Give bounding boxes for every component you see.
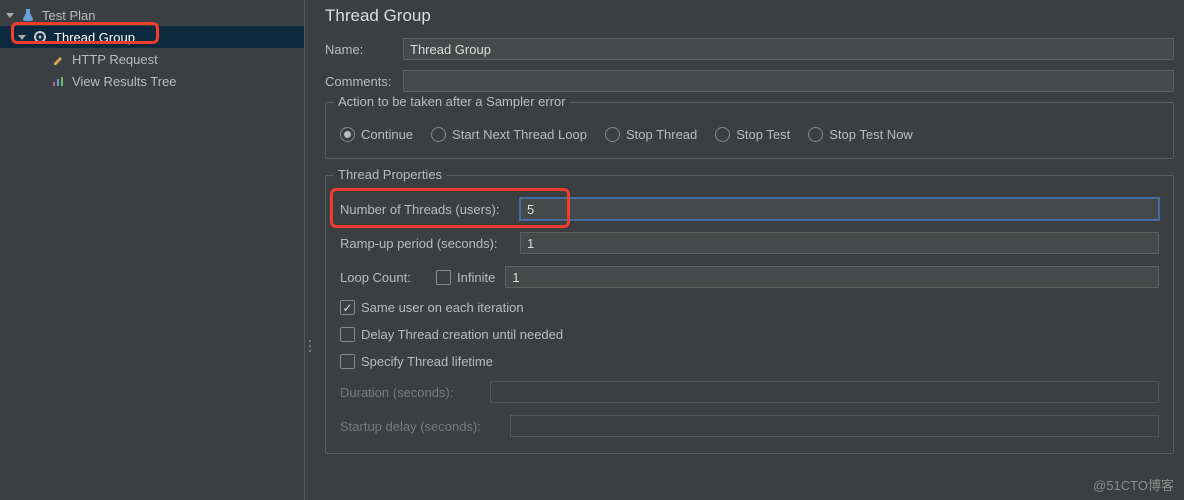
radio-icon bbox=[340, 127, 355, 142]
page-title: Thread Group bbox=[325, 6, 1174, 26]
specify-lifetime-checkbox[interactable]: Specify Thread lifetime bbox=[340, 354, 493, 369]
tree-label: View Results Tree bbox=[72, 74, 177, 89]
flask-icon bbox=[20, 7, 36, 23]
loop-infinite-checkbox[interactable]: Infinite bbox=[436, 270, 495, 285]
tree-item-thread-group[interactable]: Thread Group bbox=[0, 26, 304, 48]
radio-continue[interactable]: Continue bbox=[340, 127, 413, 142]
radio-label: Start Next Thread Loop bbox=[452, 127, 587, 142]
sampler-error-group: Action to be taken after a Sampler error… bbox=[325, 102, 1174, 159]
name-label: Name: bbox=[325, 42, 395, 57]
startup-delay-label: Startup delay (seconds): bbox=[340, 419, 500, 434]
caret-down-icon bbox=[18, 35, 26, 40]
checkbox-label: Specify Thread lifetime bbox=[361, 354, 493, 369]
duration-input bbox=[490, 381, 1159, 403]
dropper-icon bbox=[50, 51, 66, 67]
num-threads-label: Number of Threads (users): bbox=[340, 202, 510, 217]
num-threads-input[interactable] bbox=[520, 198, 1159, 220]
ramp-up-label: Ramp-up period (seconds): bbox=[340, 236, 510, 251]
loop-count-input[interactable] bbox=[505, 266, 1159, 288]
same-user-checkbox[interactable]: Same user on each iteration bbox=[340, 300, 524, 315]
radio-stop-thread[interactable]: Stop Thread bbox=[605, 127, 697, 142]
radio-icon bbox=[715, 127, 730, 142]
tree-label: Thread Group bbox=[54, 30, 135, 45]
splitter[interactable] bbox=[305, 0, 315, 500]
tree-item-http-request[interactable]: HTTP Request bbox=[0, 48, 304, 70]
gear-icon bbox=[32, 29, 48, 45]
delay-creation-checkbox[interactable]: Delay Thread creation until needed bbox=[340, 327, 563, 342]
checkbox-label: Same user on each iteration bbox=[361, 300, 524, 315]
radio-icon bbox=[808, 127, 823, 142]
name-input[interactable] bbox=[403, 38, 1174, 60]
radio-start-next[interactable]: Start Next Thread Loop bbox=[431, 127, 587, 142]
checkbox-icon bbox=[340, 354, 355, 369]
group-legend: Thread Properties bbox=[334, 167, 446, 182]
comments-input[interactable] bbox=[403, 70, 1174, 92]
radio-stop-test[interactable]: Stop Test bbox=[715, 127, 790, 142]
radio-label: Stop Test bbox=[736, 127, 790, 142]
radio-icon bbox=[605, 127, 620, 142]
tree-panel: Test Plan Thread Group HTTP Request View… bbox=[0, 0, 305, 500]
tree-label: HTTP Request bbox=[72, 52, 158, 67]
thread-properties-group: Thread Properties Number of Threads (use… bbox=[325, 175, 1174, 454]
watermark: @51CTO博客 bbox=[1093, 475, 1174, 494]
checkbox-label: Infinite bbox=[457, 270, 495, 285]
radio-label: Continue bbox=[361, 127, 413, 142]
tree-item-view-results-tree[interactable]: View Results Tree bbox=[0, 70, 304, 92]
tree-label: Test Plan bbox=[42, 8, 95, 23]
chart-icon bbox=[50, 73, 66, 89]
comments-label: Comments: bbox=[325, 74, 395, 89]
ramp-up-input[interactable] bbox=[520, 232, 1159, 254]
checkbox-label: Delay Thread creation until needed bbox=[361, 327, 563, 342]
caret-down-icon bbox=[6, 13, 14, 18]
group-legend: Action to be taken after a Sampler error bbox=[334, 94, 570, 109]
main-panel: Thread Group Name: Comments: Action to b… bbox=[315, 0, 1184, 500]
duration-label: Duration (seconds): bbox=[340, 385, 480, 400]
checkbox-icon bbox=[340, 327, 355, 342]
radio-label: Stop Thread bbox=[626, 127, 697, 142]
radio-label: Stop Test Now bbox=[829, 127, 913, 142]
checkbox-icon bbox=[436, 270, 451, 285]
tree-item-test-plan[interactable]: Test Plan bbox=[0, 4, 304, 26]
radio-stop-test-now[interactable]: Stop Test Now bbox=[808, 127, 913, 142]
checkbox-icon bbox=[340, 300, 355, 315]
radio-icon bbox=[431, 127, 446, 142]
loop-count-label: Loop Count: bbox=[340, 270, 426, 285]
startup-delay-input bbox=[510, 415, 1159, 437]
